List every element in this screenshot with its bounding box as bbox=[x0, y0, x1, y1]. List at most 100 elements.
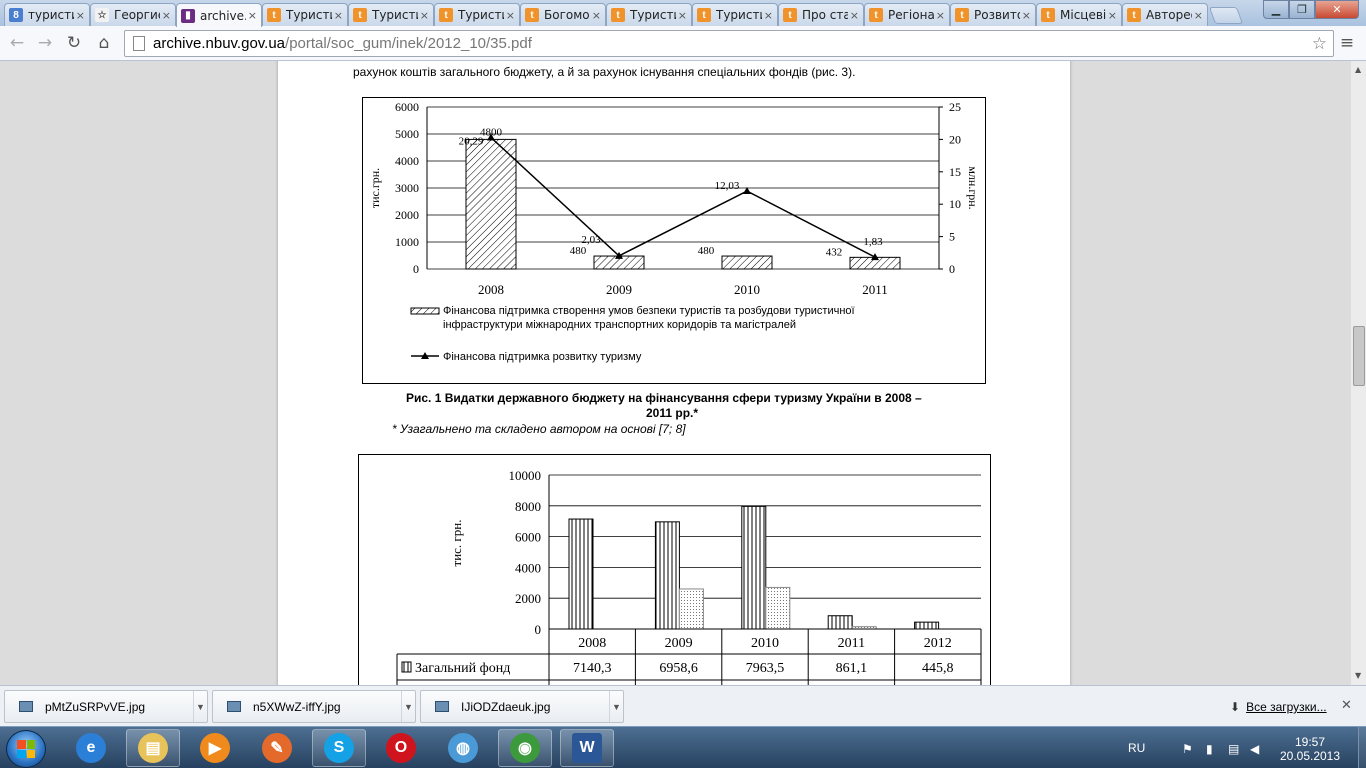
close-tab-icon[interactable]: × bbox=[420, 9, 429, 22]
download-menu-arrow-icon[interactable]: ▼ bbox=[609, 691, 623, 722]
taskbar-app-8[interactable]: ◉ bbox=[498, 729, 552, 767]
y2-tick-label: 20 bbox=[949, 132, 961, 146]
close-tab-icon[interactable]: × bbox=[678, 9, 687, 22]
taskbar-app-5[interactable]: S bbox=[312, 729, 366, 767]
close-tab-icon[interactable]: × bbox=[592, 9, 601, 22]
close-tab-icon[interactable]: × bbox=[162, 9, 171, 22]
all-downloads-link[interactable]: ⬇ Все загрузки... bbox=[1230, 700, 1327, 714]
reload-icon[interactable]: ↻ bbox=[63, 32, 85, 54]
close-tab-icon[interactable]: × bbox=[764, 9, 773, 22]
network-icon[interactable]: ▤ bbox=[1228, 742, 1239, 756]
vertical-scrollbar[interactable]: ▲ ▼ bbox=[1350, 61, 1366, 685]
tab-6[interactable]: t Туристичні× bbox=[434, 3, 520, 26]
clock-date: 20.05.2013 bbox=[1279, 749, 1341, 763]
close-downloads-icon[interactable]: ✕ bbox=[1341, 698, 1352, 713]
taskbar-app-1[interactable]: e bbox=[64, 729, 118, 767]
taskbar-app-3[interactable]: ▶ bbox=[188, 729, 242, 767]
image-file-icon bbox=[435, 701, 449, 712]
bar-data-label: 480 bbox=[698, 245, 715, 257]
close-tab-icon[interactable]: × bbox=[936, 9, 945, 22]
close-tab-icon[interactable]: × bbox=[1022, 9, 1031, 22]
pdf-viewer[interactable]: рахунок коштів загального бюджету, а й з… bbox=[0, 61, 1350, 685]
taskbar-app-7[interactable]: ◍ bbox=[436, 729, 490, 767]
tab-10[interactable]: t Про стан× bbox=[778, 3, 864, 26]
bar bbox=[465, 138, 517, 270]
minimize-button[interactable]: ▁ bbox=[1263, 0, 1289, 19]
page-icon bbox=[133, 36, 145, 51]
tab-3[interactable]: ▮ archive.nbuv× bbox=[176, 3, 262, 27]
line-data-label: 12,03 bbox=[715, 180, 740, 192]
scroll-up-icon[interactable]: ▲ bbox=[1355, 65, 1361, 74]
tab-strip: 8туристические×☆Георгиевская×▮archive.nb… bbox=[0, 0, 1366, 27]
tab-7[interactable]: t Богомолець× bbox=[520, 3, 606, 26]
x-tick-label: 2008 bbox=[478, 282, 504, 297]
tab-14[interactable]: t Автореферат× bbox=[1122, 3, 1208, 26]
bar bbox=[827, 615, 853, 630]
network-globe-icon: ◍ bbox=[448, 733, 478, 763]
close-tab-icon[interactable]: × bbox=[850, 9, 859, 22]
line-data-label: 1,83 bbox=[863, 236, 883, 248]
taskbar-app-9[interactable]: W bbox=[560, 729, 614, 767]
book-icon: ▮ bbox=[181, 8, 195, 23]
tab-11[interactable]: t Регіональні× bbox=[864, 3, 950, 26]
volume-icon[interactable]: ◀ bbox=[1250, 742, 1259, 756]
image-file-icon bbox=[227, 701, 241, 712]
bar bbox=[765, 586, 791, 630]
tab-9[interactable]: t Туристичні× bbox=[692, 3, 778, 26]
taskbar-app-4[interactable]: ✎ bbox=[250, 729, 304, 767]
tab-2[interactable]: ☆ Георгиевская× bbox=[90, 3, 176, 26]
tab-5[interactable]: t Туристичні× bbox=[348, 3, 434, 26]
tab-title: Туристичні bbox=[716, 8, 762, 22]
url-path: /portal/soc_gum/inek/2012_10/35.pdf bbox=[285, 35, 532, 52]
bookmark-star-icon[interactable]: ☆ bbox=[1312, 34, 1327, 54]
tab-title: Туристичні bbox=[630, 8, 676, 22]
taskbar-app-6[interactable]: O bbox=[374, 729, 428, 767]
download-item-1[interactable]: pMtZuSRPvVE.jpg ▼ bbox=[4, 690, 208, 723]
home-icon[interactable]: ⌂ bbox=[93, 32, 115, 54]
close-tab-icon[interactable]: × bbox=[1108, 9, 1117, 22]
download-arrow-icon: ⬇ bbox=[1230, 700, 1241, 714]
back-arrow-icon[interactable]: ← bbox=[6, 32, 28, 54]
close-tab-icon[interactable]: × bbox=[248, 9, 257, 22]
tab-title: Регіональні bbox=[888, 8, 934, 22]
taskbar-app-2[interactable]: ▤ bbox=[126, 729, 180, 767]
start-button[interactable] bbox=[6, 730, 46, 768]
flag-icon[interactable]: ⚑ bbox=[1182, 742, 1193, 756]
download-menu-arrow-icon[interactable]: ▼ bbox=[193, 691, 207, 722]
battery-icon[interactable]: ▮ bbox=[1206, 742, 1213, 756]
download-item-2[interactable]: n5XWwZ-iffY.jpg ▼ bbox=[212, 690, 416, 723]
download-item-3[interactable]: IJiODZdaeuk.jpg ▼ bbox=[420, 690, 624, 723]
show-desktop-button[interactable] bbox=[1358, 727, 1366, 768]
browser-menu-icon[interactable]: ≡ bbox=[1336, 32, 1358, 54]
address-bar[interactable]: archive.nbuv.gov.ua/portal/soc_gum/inek/… bbox=[124, 30, 1334, 57]
close-window-button[interactable]: ✕ bbox=[1315, 0, 1359, 19]
image-file-icon bbox=[19, 701, 33, 712]
tab-4[interactable]: t Туристичні× bbox=[262, 3, 348, 26]
close-tab-icon[interactable]: × bbox=[76, 9, 85, 22]
figure-1-note: * Узагальнено та складено автором на осн… bbox=[392, 422, 686, 436]
scroll-thumb[interactable] bbox=[1353, 326, 1365, 386]
tab-13[interactable]: t Місцеві × bbox=[1036, 3, 1122, 26]
new-tab-button[interactable] bbox=[1208, 7, 1244, 24]
google-icon: 8 bbox=[9, 8, 23, 22]
tab-title: Богомолець bbox=[544, 8, 590, 22]
close-tab-icon[interactable]: × bbox=[1194, 9, 1203, 22]
table-cell: 861,1 bbox=[836, 661, 868, 676]
close-tab-icon[interactable]: × bbox=[334, 9, 343, 22]
language-indicator[interactable]: RU bbox=[1128, 741, 1145, 755]
close-tab-icon[interactable]: × bbox=[506, 9, 515, 22]
scroll-down-icon[interactable]: ▼ bbox=[1355, 671, 1361, 680]
tab-1[interactable]: 8 туристические× bbox=[4, 3, 90, 26]
download-menu-arrow-icon[interactable]: ▼ bbox=[401, 691, 415, 722]
tab-8[interactable]: t Туристичні× bbox=[606, 3, 692, 26]
y2-tick-label: 15 bbox=[949, 165, 961, 179]
tab-12[interactable]: t Розвиток× bbox=[950, 3, 1036, 26]
legend-label: Фінансова підтримка створення умов безпе… bbox=[443, 305, 855, 317]
x-tick-label: 2010 bbox=[751, 636, 779, 651]
forward-arrow-icon[interactable]: → bbox=[34, 32, 56, 54]
clock[interactable]: 19:57 20.05.2013 bbox=[1275, 735, 1345, 763]
tourist-icon: t bbox=[869, 8, 883, 22]
y2-tick-label: 5 bbox=[949, 230, 955, 244]
y-tick-label: 5000 bbox=[395, 127, 419, 141]
maximize-button[interactable]: ❐ bbox=[1289, 0, 1315, 19]
